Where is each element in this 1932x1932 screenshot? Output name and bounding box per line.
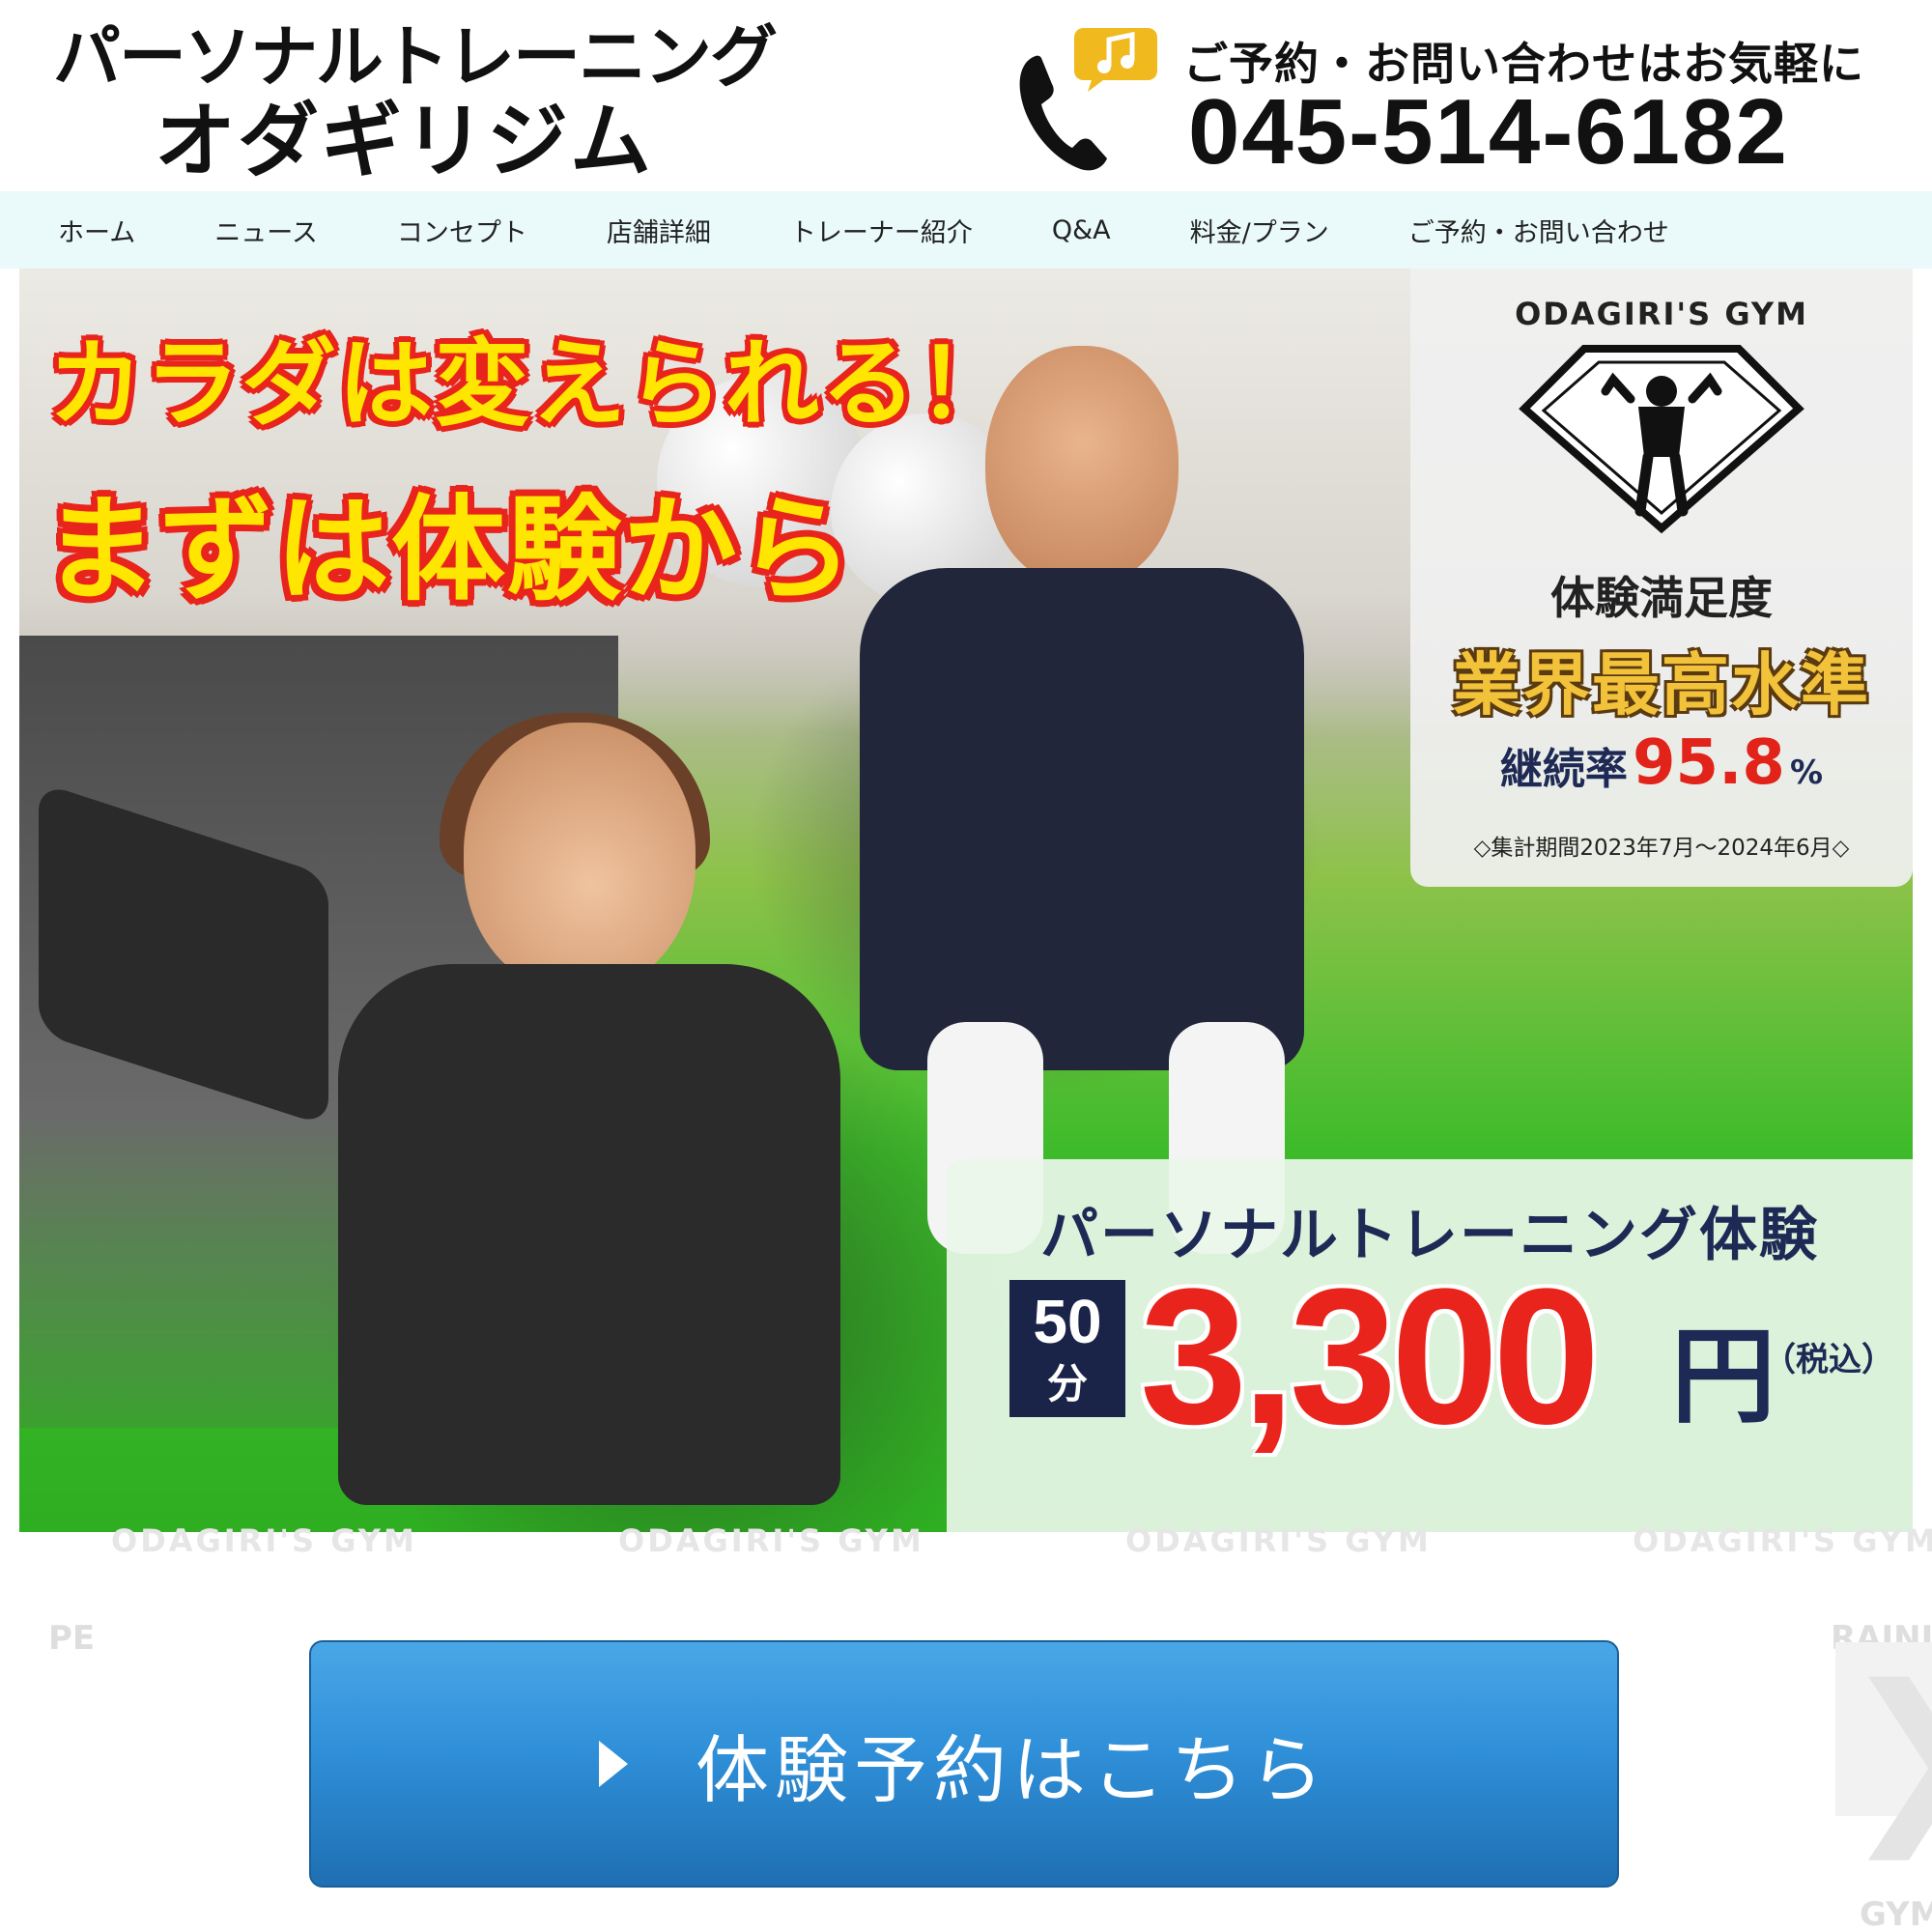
nav-item-trainers[interactable]: トレーナー紹介 bbox=[790, 212, 973, 249]
tax-note: （税込） bbox=[1763, 1341, 1894, 1379]
nav-item-news[interactable]: ニュース bbox=[214, 212, 318, 249]
trial-booking-label: 体験予約はこちら bbox=[696, 1727, 1329, 1813]
gym-watermark-row: ODAGIRI'S GYM ODAGIRI'S GYM ODAGIRI'S GY… bbox=[0, 1522, 1932, 1561]
nav-item-concept[interactable]: コンセプト bbox=[397, 212, 527, 249]
duration-number: 50 bbox=[1033, 1287, 1102, 1356]
duration-unit: 分 bbox=[1046, 1360, 1088, 1407]
logo-line-2: オダギリジム bbox=[155, 94, 654, 188]
site-header: パーソナルトレーニング オダギリジム ご予約・お問い合わせはお気軽に 045-5… bbox=[0, 0, 1932, 191]
music-note-bubble-icon bbox=[1074, 28, 1157, 92]
gym-watermark: ODAGIRI'S GYM bbox=[1633, 1522, 1932, 1559]
slide-text-fragment-left: PE bbox=[48, 1619, 96, 1658]
trial-price-amount: 3,300 bbox=[1140, 1249, 1600, 1464]
gym-watermark: ODAGIRI'S GYM bbox=[111, 1522, 417, 1559]
trial-price-panel: パーソナルトレーニング体験 50 分 3,300 円 （税込） bbox=[947, 1159, 1913, 1532]
contact-block[interactable]: ご予約・お問い合わせはお気軽に 045-514-6182 bbox=[1014, 19, 1884, 184]
survey-period: ◇集計期間2023年7月〜2024年6月◇ bbox=[1473, 836, 1850, 861]
retention-rate-value: 95.8 bbox=[1633, 727, 1785, 799]
hero-headline: カラダは変えられる！ bbox=[48, 329, 1015, 440]
trial-booking-button[interactable]: 体験予約はこちら bbox=[309, 1640, 1619, 1888]
satisfaction-label: 体験満足度 bbox=[1550, 572, 1773, 624]
nav-item-home[interactable]: ホーム bbox=[58, 212, 135, 249]
nav-item-contact[interactable]: ご予約・お問い合わせ bbox=[1408, 212, 1669, 249]
hero-banner[interactable]: カラダは変えられる！ まずは体験から ODAGIRI'S GYM 体験満足度 業… bbox=[19, 269, 1913, 1532]
hero-subheadline: まずは体験から bbox=[43, 483, 856, 616]
nav-item-faq[interactable]: Q&A bbox=[1052, 215, 1111, 245]
phone-number[interactable]: 045-514-6182 bbox=[1188, 79, 1789, 185]
site-logo[interactable]: パーソナルトレーニング オダギリジム bbox=[53, 17, 778, 188]
chevron-right-icon[interactable]: ❯ bbox=[1840, 1662, 1932, 1845]
satisfaction-value: 業界最高水準 bbox=[1453, 645, 1870, 724]
gym-watermark: ODAGIRI'S GYM bbox=[1125, 1522, 1432, 1559]
logo-line-1: パーソナルトレーニング bbox=[53, 17, 778, 97]
nav-item-pricing[interactable]: 料金/プラン bbox=[1190, 212, 1329, 249]
nav-item-store-details[interactable]: 店舗詳細 bbox=[607, 212, 711, 249]
retention-rate-label: 継続率 bbox=[1499, 745, 1628, 794]
gym-emblem-logo bbox=[1519, 345, 1804, 534]
slide-text-fragment-bottom-right: GYM bbox=[1860, 1895, 1932, 1932]
play-arrow-icon bbox=[599, 1741, 628, 1787]
session-duration-badge: 50 分 bbox=[1009, 1280, 1125, 1417]
price-currency: 円 bbox=[1671, 1317, 1776, 1437]
retention-rate-unit: % bbox=[1790, 753, 1824, 792]
badge-gym-name: ODAGIRI'S GYM bbox=[1515, 296, 1808, 332]
main-nav: ホーム ニュース コンセプト 店舗詳細 トレーナー紹介 Q&A 料金/プラン ご… bbox=[0, 191, 1932, 269]
client-photo bbox=[338, 713, 879, 1532]
gym-watermark: ODAGIRI'S GYM bbox=[618, 1522, 924, 1559]
satisfaction-badge: ODAGIRI'S GYM 体験満足度 業界最高水準 継続率 95.8 % ◇集… bbox=[1410, 269, 1913, 887]
retention-rate: 継続率 95.8 % bbox=[1410, 727, 1913, 799]
